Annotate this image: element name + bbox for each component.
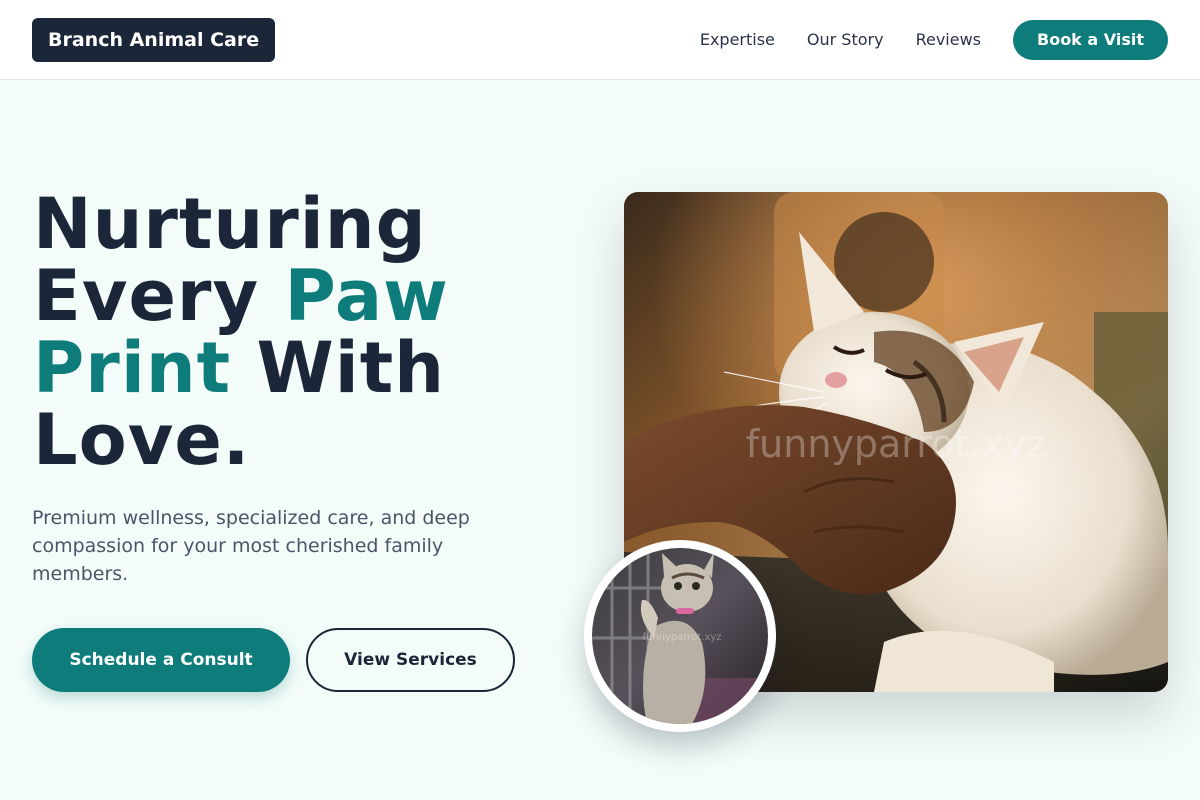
hero-headline: Nurturing Every Paw Print With Love. bbox=[33, 188, 573, 476]
inset-photo-watermark: funnyparrot.xyz bbox=[642, 632, 721, 643]
kitten-in-cage-illustration: funnyparrot.xyz bbox=[592, 548, 768, 724]
inset-kitten-photo: funnyparrot.xyz bbox=[584, 540, 776, 732]
nav-link-reviews[interactable]: Reviews bbox=[916, 30, 981, 49]
view-services-button[interactable]: View Services bbox=[306, 628, 515, 692]
headline-accent-print: Print bbox=[33, 327, 232, 409]
main-nav: Expertise Our Story Reviews Book a Visit bbox=[700, 19, 1168, 60]
site-header: Branch Animal Care Expertise Our Story R… bbox=[0, 0, 1200, 80]
nav-link-our-story[interactable]: Our Story bbox=[807, 30, 884, 49]
headline-line-4: Love. bbox=[33, 399, 251, 481]
book-visit-button[interactable]: Book a Visit bbox=[1013, 19, 1168, 60]
main-photo-watermark: funnyparrot.xyz bbox=[746, 422, 1046, 466]
headline-accent-paw: Paw bbox=[284, 255, 449, 337]
brand-logo[interactable]: Branch Animal Care bbox=[32, 17, 276, 62]
nav-link-expertise[interactable]: Expertise bbox=[700, 30, 775, 49]
hero-subtext: Premium wellness, specialized care, and … bbox=[32, 507, 470, 585]
headline-line-2a: Every bbox=[33, 255, 285, 337]
inset-photo-frame: funnyparrot.xyz bbox=[592, 548, 768, 724]
headline-line-1: Nurturing bbox=[33, 183, 427, 265]
headline-line-3b: With bbox=[231, 327, 445, 409]
schedule-consult-button[interactable]: Schedule a Consult bbox=[32, 628, 290, 692]
